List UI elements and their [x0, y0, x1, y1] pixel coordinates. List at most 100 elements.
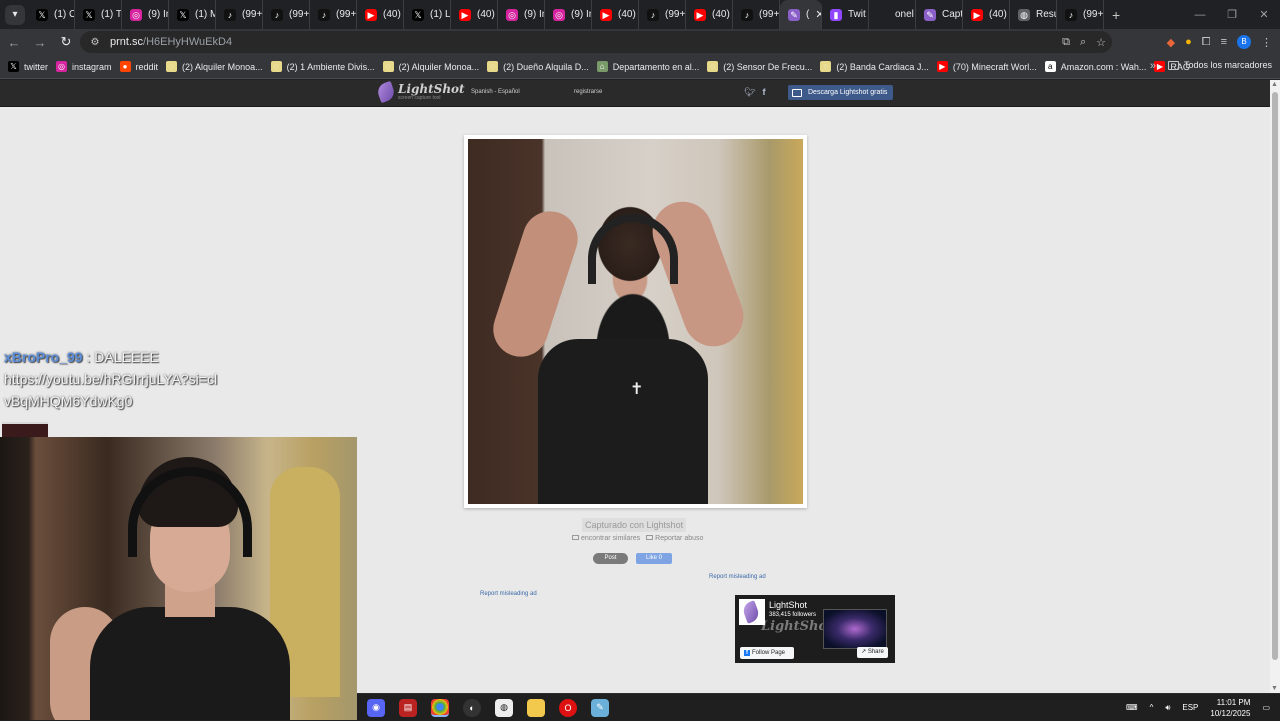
more-bookmarks-icon[interactable]: » [1150, 60, 1156, 72]
extension-icon[interactable]: ◆ [1167, 36, 1175, 49]
install-app-icon[interactable]: ⧉ [1062, 36, 1070, 49]
bookmark-item[interactable]: ◌ (2) Alquiler Monoa... [166, 61, 263, 72]
close-tab-icon[interactable]: ✕ [815, 8, 821, 21]
youtube-icon: ▶ [365, 8, 377, 21]
bookmark-item[interactable]: 𝕏twitter [8, 61, 48, 72]
tray-expand-icon[interactable]: ^ [1150, 703, 1154, 712]
browser-tab[interactable]: 𝕏 (1) M [169, 0, 216, 29]
bookmark-item[interactable]: a Amazon.com : Wah... [1044, 61, 1146, 72]
folder-icon[interactable] [527, 698, 545, 717]
app-icon[interactable]: ◍ [495, 698, 513, 717]
browser-tab[interactable]: ✎ Capt [916, 0, 963, 29]
fb-follow-button[interactable]: f Follow Page [740, 647, 794, 659]
browser-tab[interactable]: ♪ (99+ [263, 0, 310, 29]
browser-tab[interactable]: ◍ Resu [1010, 0, 1057, 29]
facebook-like-button[interactable]: Like 0 [636, 553, 672, 564]
bookmark-item[interactable]: ◌ (2) 1 Ambiente Divis... [270, 61, 375, 72]
report-ad-link[interactable]: Report misleading ad [709, 574, 766, 580]
fb-page-avatar[interactable] [739, 599, 765, 625]
menu-kebab-icon[interactable]: ⋮ [1261, 36, 1272, 49]
browser-tab[interactable]: ▶ (40) [963, 0, 1010, 29]
browser-tab[interactable]: ▶ (40) [451, 0, 498, 29]
tab-label: Capt [942, 9, 963, 20]
browser-tab[interactable]: ▶ (40) [357, 0, 404, 29]
all-bookmarks-button[interactable]: Todos los marcadores [1167, 60, 1272, 70]
extensions-puzzle-icon[interactable]: ⧠ [1202, 36, 1211, 49]
browser-tab[interactable]: ♪ (99+ [733, 0, 780, 29]
new-tab-button[interactable]: + [1112, 7, 1120, 23]
reload-button[interactable]: ↻ [54, 30, 78, 54]
download-button[interactable]: Descarga Lightshot gratis [788, 85, 893, 100]
keyboard-icon[interactable]: ⌨ [1126, 703, 1138, 712]
language-selector[interactable]: Spanish - Español [471, 89, 520, 95]
volume-icon[interactable]: 🔊︎ [1165, 703, 1170, 713]
bookmark-item[interactable]: ◎ instagram [56, 61, 112, 72]
report-abuse-link[interactable]: Reportar abuso [646, 535, 703, 542]
tab-search-button[interactable]: ▾ [5, 4, 25, 25]
clock[interactable]: 11:01 PM 10/12/2025 [1210, 697, 1250, 719]
register-link[interactable]: registrarse [574, 89, 602, 95]
maximize-button[interactable]: ❐ [1216, 8, 1248, 21]
browser-tab[interactable]: ♪ (99+ [310, 0, 357, 29]
media-icon[interactable]: ≡ [1221, 36, 1227, 48]
bookmark-item[interactable]: ⌂ Departamento en al... [596, 61, 699, 72]
minimize-button[interactable]: — [1184, 9, 1216, 21]
extension-color-icon[interactable]: ● [1185, 36, 1192, 48]
browser-tab[interactable]: ▮ Twit [822, 0, 869, 29]
browser-tab[interactable]: ♪ (99+ [1057, 0, 1104, 29]
fb-share-button[interactable]: ↗ Share [857, 647, 888, 658]
twitter-icon[interactable]: 🐦︎ [744, 87, 755, 98]
bookmark-item[interactable]: ◌ (2) Banda Cardiaca J... [820, 61, 929, 72]
bookmark-item[interactable]: ◌ (2) Sensor De Frecu... [707, 61, 812, 72]
obs-icon[interactable]: ◐ [463, 698, 481, 717]
opera-icon[interactable]: O [559, 698, 577, 717]
browser-tab[interactable]: onel [869, 0, 916, 29]
browser-tab[interactable]: ✎ (✕ [780, 0, 822, 29]
browser-tab[interactable]: ▶ (40) [592, 0, 639, 29]
facebook-icon[interactable]: f [762, 87, 765, 98]
browser-tab[interactable]: 𝕏 (1) Tr [75, 0, 122, 29]
browser-tab[interactable]: ♪ (99+ [216, 0, 263, 29]
input-language[interactable]: ESP [1182, 703, 1198, 712]
fb-page-name[interactable]: LightShot [769, 600, 807, 610]
browser-tab[interactable]: ▶ (40) [686, 0, 733, 29]
scroll-down-icon[interactable]: ▼ [1271, 685, 1278, 692]
browser-tab[interactable]: ◎ (9) In [122, 0, 169, 29]
notepad-icon[interactable]: ✎ [591, 698, 609, 717]
url-text[interactable]: prnt.sc/H6EHyHWuEkD4 [110, 36, 232, 48]
bookmark-item[interactable]: ● reddit [119, 61, 158, 72]
browser-tab[interactable]: ◎ (9) In [545, 0, 592, 29]
find-similar-link[interactable]: encontrar similares [572, 535, 640, 542]
streamlabs-icon[interactable]: ▤ [399, 698, 417, 717]
chat-link: https://youtu.be/hRGIrrjuLYA?si=clvBqMHQ… [4, 371, 218, 409]
browser-tab[interactable]: ♪ (99+ [639, 0, 686, 29]
discord-icon[interactable]: ◉ [367, 698, 385, 717]
screenshot-frame: ✝ [464, 135, 807, 508]
facebook-page-widget: LightShot LightShot 383,415 followers fF… [735, 595, 895, 663]
back-button[interactable]: ← [2, 30, 26, 54]
scroll-up-icon[interactable]: ▲ [1271, 81, 1278, 88]
screenshot-image[interactable]: ✝ [468, 139, 803, 504]
bookmark-item[interactable]: ◌ (2) Alquiler Monoa... [382, 61, 479, 72]
address-bar[interactable]: ⚙ prnt.sc/H6EHyHWuEkD4 ⧉ ⌕ ☆ [80, 31, 1112, 53]
close-window-button[interactable]: ✕ [1248, 8, 1280, 21]
report-ad-link[interactable]: Report misleading ad [480, 591, 537, 597]
x-post-button[interactable]: Post [593, 553, 628, 564]
bookmark-item[interactable]: ▶ (70) Minecraft Worl... [936, 61, 1037, 72]
lightshot-logo[interactable]: LightShot screen capture tool [375, 80, 465, 104]
zoom-icon[interactable]: ⌕ [1080, 36, 1086, 49]
bookmark-star-icon[interactable]: ☆ [1096, 36, 1106, 49]
forward-button[interactable]: → [28, 30, 52, 54]
browser-tab[interactable]: 𝕏 (1) C [28, 0, 75, 29]
page-scrollbar[interactable]: ▲ ▼ [1270, 80, 1280, 693]
chrome-icon[interactable] [431, 698, 449, 717]
site-info-icon[interactable]: ⚙ [86, 37, 104, 48]
fb-share-label: Share [867, 649, 884, 655]
profile-avatar[interactable]: B [1237, 35, 1251, 49]
notification-icon[interactable]: ▭ [1262, 703, 1270, 712]
browser-tab[interactable]: ◎ (9) In [498, 0, 545, 29]
scroll-thumb[interactable] [1272, 92, 1278, 660]
browser-tab[interactable]: 𝕏 (1) L [404, 0, 451, 29]
photo-detail [538, 339, 708, 504]
bookmark-item[interactable]: ◌ (2) Dueño Alquila D... [487, 61, 589, 72]
